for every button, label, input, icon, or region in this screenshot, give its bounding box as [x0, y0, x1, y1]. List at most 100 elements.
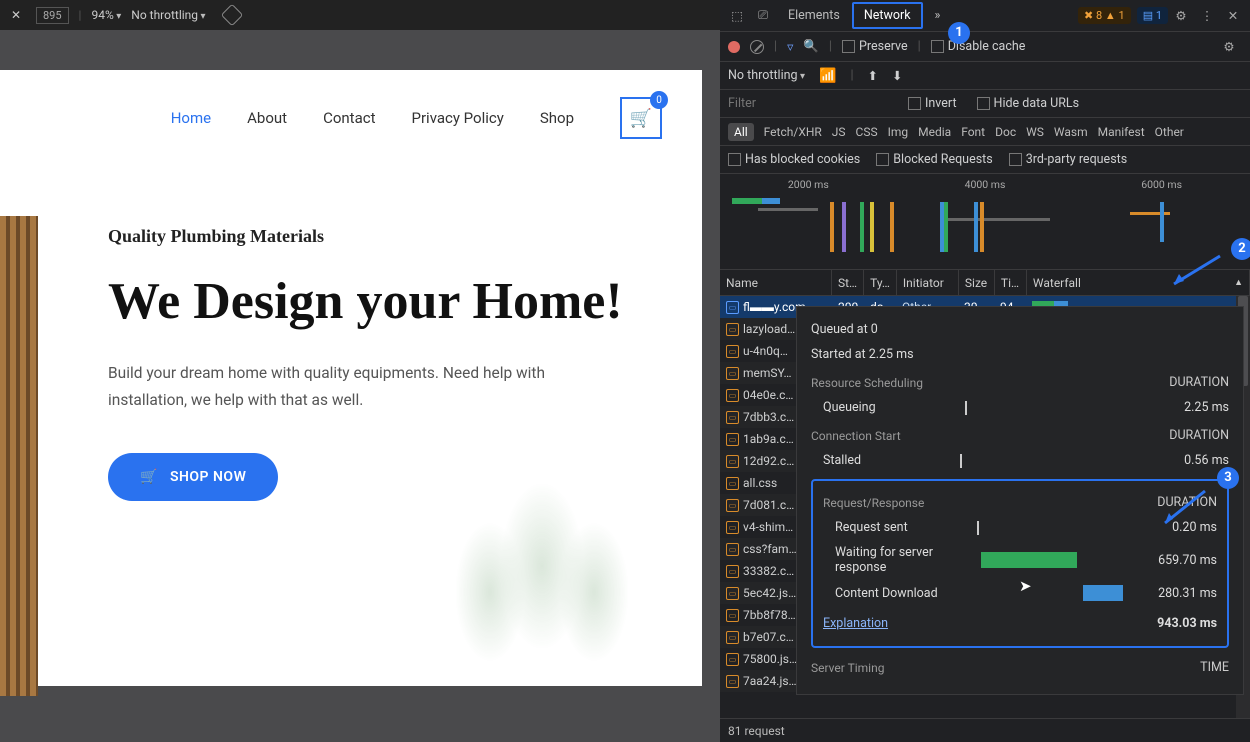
cart-button[interactable]: 🛒 0 — [620, 97, 662, 139]
type-all[interactable]: All — [728, 123, 754, 141]
resource-type-filter: All Fetch/XHR JS CSS Img Media Font Doc … — [720, 118, 1250, 146]
device-icon[interactable]: ⎚ — [750, 3, 776, 29]
wifi-icon[interactable]: 📶 — [819, 68, 836, 84]
file-icon: ▭ — [726, 631, 739, 644]
rotate-icon[interactable] — [220, 4, 243, 27]
network-overview[interactable]: 2000 ms 4000 ms 6000 ms 2 — [720, 174, 1250, 270]
hide-data-urls-checkbox[interactable]: Hide data URLs — [977, 96, 1080, 111]
cart-icon: 🛒 — [140, 469, 158, 485]
type-js[interactable]: JS — [832, 125, 846, 139]
type-css[interactable]: CSS — [856, 125, 878, 139]
preserve-log-checkbox[interactable]: Preserve — [842, 39, 908, 54]
gear-icon[interactable]: ⚙ — [1168, 3, 1194, 29]
record-icon[interactable] — [728, 41, 740, 53]
viewport-width-box[interactable]: 895 — [36, 7, 69, 24]
col-status[interactable]: St… — [832, 270, 864, 295]
blocked-cookies-checkbox[interactable]: Has blocked cookies — [728, 152, 860, 167]
file-icon: ▭ — [726, 543, 739, 556]
kebab-icon[interactable]: ⋮ — [1194, 3, 1220, 29]
close-devtools-icon[interactable]: ✕ — [1220, 3, 1246, 29]
shop-now-button[interactable]: 🛒 SHOP NOW — [108, 453, 278, 501]
tab-elements[interactable]: Elements — [776, 2, 852, 29]
tick-label: 2000 ms — [788, 178, 829, 191]
file-icon: ▭ — [726, 499, 739, 512]
hero-paragraph: Build your dream home with quality equip… — [108, 360, 578, 413]
type-font[interactable]: Font — [961, 125, 985, 139]
cart-count-badge: 0 — [650, 91, 668, 109]
shop-now-label: SHOP NOW — [170, 469, 246, 485]
type-fetch[interactable]: Fetch/XHR — [764, 125, 822, 139]
cursor-icon: ➤ — [1019, 577, 1032, 595]
tab-close-icon[interactable]: ✕ — [6, 8, 26, 22]
type-doc[interactable]: Doc — [995, 125, 1016, 139]
cart-icon: 🛒 — [630, 108, 652, 129]
file-icon: ▭ — [726, 345, 739, 358]
tab-network[interactable]: Network — [852, 2, 923, 29]
hero-headline: We Design your Home! — [108, 271, 702, 332]
site-nav: Home About Contact Privacy Policy Shop 🛒… — [0, 70, 702, 166]
gear-icon[interactable]: ⚙ — [1216, 34, 1242, 60]
col-waterfall[interactable]: Waterfall▲ — [1027, 270, 1250, 295]
queued-label: Queued at 0 — [811, 322, 878, 337]
clear-icon[interactable] — [750, 40, 764, 54]
nav-about[interactable]: About — [247, 109, 287, 127]
col-initiator[interactable]: Initiator — [897, 270, 959, 295]
throttle-dropdown[interactable]: No throttling — [131, 8, 205, 22]
callout-1: 1 — [948, 22, 970, 44]
download-icon[interactable]: ⬇ — [892, 68, 902, 84]
nav-home[interactable]: Home — [171, 109, 211, 127]
zoom-dropdown[interactable]: 94% — [91, 8, 121, 22]
issues-badge[interactable]: ✖ 8 ▲ 1 — [1078, 7, 1131, 24]
type-manifest[interactable]: Manifest — [1098, 125, 1145, 139]
blocked-requests-checkbox[interactable]: Blocked Requests — [876, 152, 992, 167]
file-icon: ▭ — [726, 433, 739, 446]
type-wasm[interactable]: Wasm — [1054, 125, 1088, 139]
type-ws[interactable]: WS — [1026, 125, 1044, 139]
search-icon[interactable]: 🔍 — [803, 39, 819, 54]
col-name[interactable]: Name — [720, 270, 832, 295]
third-party-checkbox[interactable]: 3rd-party requests — [1009, 152, 1127, 167]
file-icon: ▭ — [726, 609, 739, 622]
file-icon: ▭ — [726, 411, 739, 424]
callout-2: 2 — [1231, 238, 1250, 260]
nav-shop[interactable]: Shop — [540, 109, 574, 127]
file-icon: ▭ — [726, 521, 739, 534]
filter-icon[interactable]: ▿ — [787, 39, 793, 55]
tabs-more[interactable]: » — [923, 2, 953, 29]
nav-privacy[interactable]: Privacy Policy — [412, 109, 504, 127]
inspect-icon[interactable]: ⬚ — [724, 3, 750, 29]
request-list: ▭fl▬▬y.com…200do…Other30…94…▭lazyload…▭u… — [720, 296, 1250, 718]
type-img[interactable]: Img — [888, 125, 909, 139]
file-icon: ▭ — [726, 455, 739, 468]
col-size[interactable]: Size — [959, 270, 995, 295]
network-throttle-dropdown[interactable]: No throttling — [728, 68, 805, 83]
website-preview: Home About Contact Privacy Policy Shop 🛒… — [0, 70, 702, 686]
started-label: Started at 2.25 ms — [811, 347, 914, 362]
file-icon: ▭ — [726, 587, 739, 600]
file-icon: ▭ — [726, 675, 739, 688]
invert-checkbox[interactable]: Invert — [908, 96, 957, 111]
file-icon: ▭ — [726, 389, 739, 402]
hero-subhead: Quality Plumbing Materials — [108, 226, 702, 247]
type-media[interactable]: Media — [918, 125, 951, 139]
timing-popover: Queued at 0 Started at 2.25 ms Resource … — [796, 306, 1244, 695]
messages-badge[interactable]: ▤ 1 — [1137, 7, 1168, 24]
col-type[interactable]: Ty… — [864, 270, 897, 295]
nav-contact[interactable]: Contact — [323, 109, 375, 127]
explanation-link[interactable]: Explanation — [823, 616, 888, 631]
upload-icon[interactable]: ⬆ — [868, 68, 878, 84]
filter-input[interactable] — [728, 96, 888, 111]
file-icon: ▭ — [726, 367, 739, 380]
file-icon: ▭ — [726, 323, 739, 336]
col-time[interactable]: Ti… — [995, 270, 1027, 295]
request-count: 81 request — [728, 724, 785, 738]
file-icon: ▭ — [726, 565, 739, 578]
tick-label: 4000 ms — [965, 178, 1006, 191]
callout-3: 3 — [1217, 467, 1239, 489]
type-other[interactable]: Other — [1155, 125, 1184, 139]
file-icon: ▭ — [726, 653, 739, 666]
disable-cache-checkbox[interactable]: Disable cache — [931, 39, 1026, 54]
tick-label: 6000 ms — [1141, 178, 1182, 191]
file-icon: ▭ — [726, 477, 739, 490]
leaf-decoration — [412, 436, 672, 696]
